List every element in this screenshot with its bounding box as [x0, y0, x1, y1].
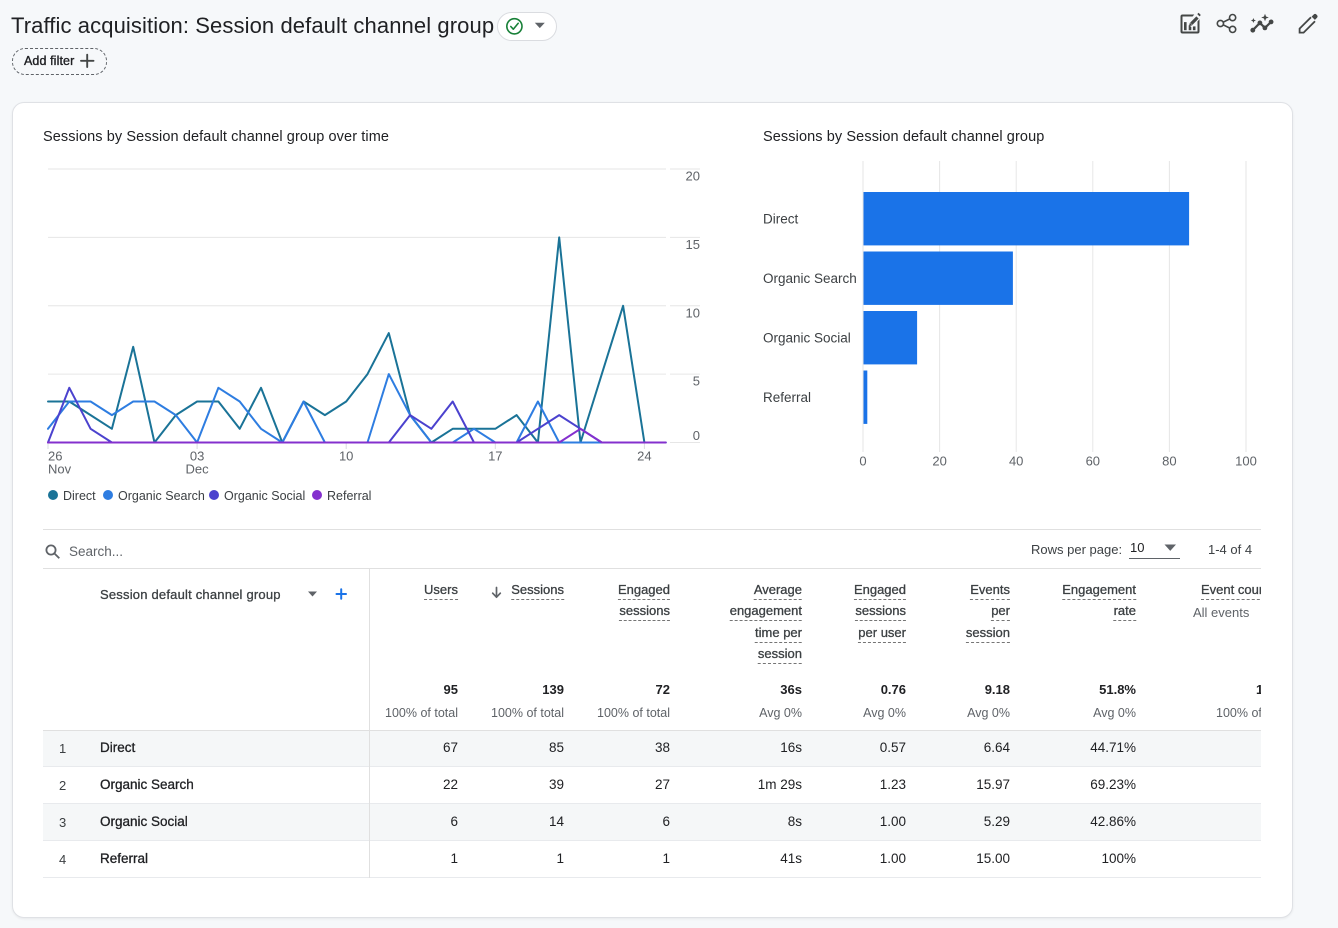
- svg-text:20: 20: [686, 169, 700, 184]
- svg-text:40: 40: [1009, 454, 1023, 469]
- svg-text:Dec: Dec: [186, 462, 210, 477]
- svg-text:80: 80: [1162, 454, 1176, 469]
- svg-text:Organic Search: Organic Search: [763, 271, 857, 286]
- svg-text:0: 0: [693, 428, 700, 443]
- svg-text:Direct: Direct: [763, 211, 799, 226]
- svg-text:5: 5: [693, 374, 700, 389]
- svg-text:20: 20: [932, 454, 946, 469]
- svg-text:24: 24: [637, 449, 651, 464]
- svg-text:15: 15: [686, 237, 700, 252]
- svg-text:Referral: Referral: [763, 390, 811, 405]
- svg-text:10: 10: [339, 449, 353, 464]
- svg-text:10: 10: [686, 305, 700, 320]
- svg-text:0: 0: [859, 454, 866, 469]
- svg-text:Nov: Nov: [48, 462, 72, 477]
- svg-text:Organic Social: Organic Social: [763, 330, 851, 345]
- svg-text:17: 17: [488, 449, 502, 464]
- svg-text:60: 60: [1086, 454, 1100, 469]
- svg-text:100: 100: [1235, 454, 1257, 469]
